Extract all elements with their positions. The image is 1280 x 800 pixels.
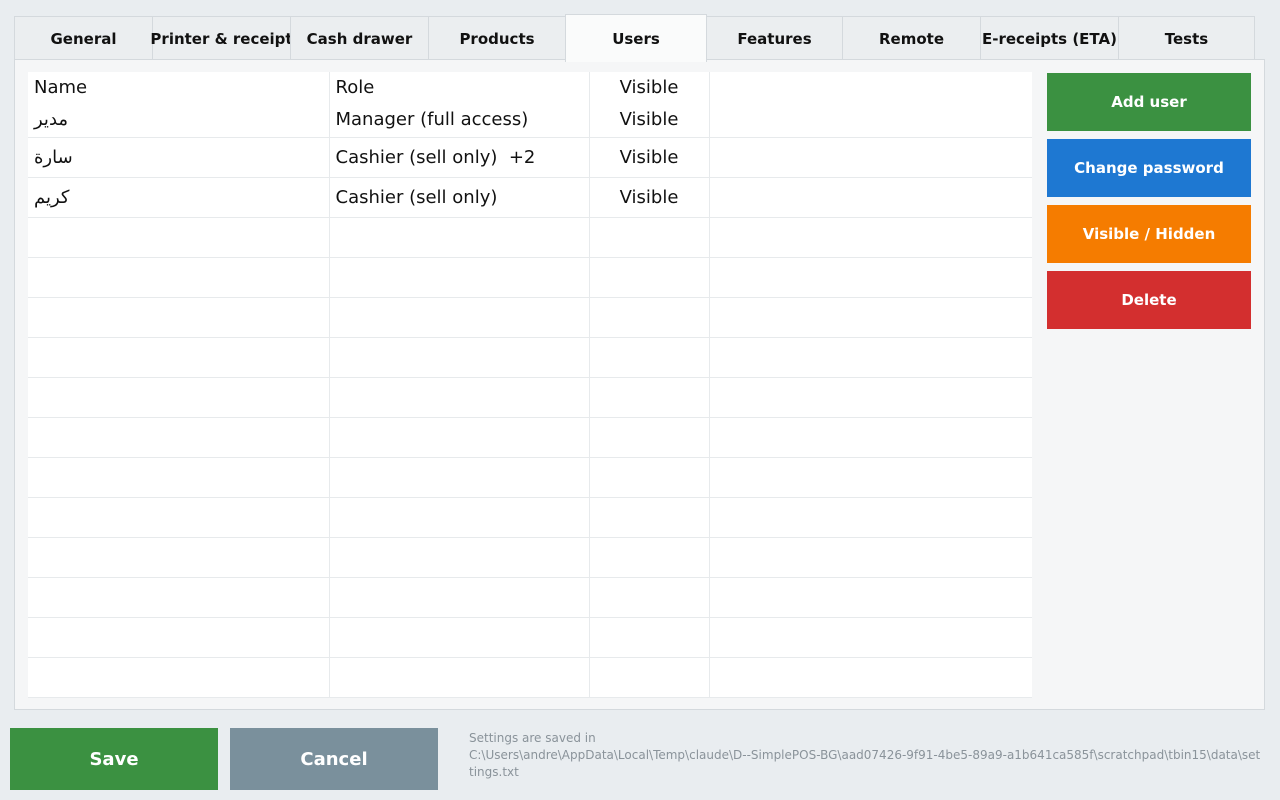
column-header-name[interactable]: Name [28, 72, 330, 102]
empty-cell [709, 177, 1032, 218]
change-password-button[interactable]: Change password [1047, 139, 1251, 197]
empty-row [28, 657, 1032, 698]
tab-printer-receipt[interactable]: Printer & receipt [150, 16, 293, 60]
add-user-button[interactable]: Add user [1047, 73, 1251, 131]
user-visible-cell: Visible [589, 137, 710, 178]
user-role-cell: Manager (full access) [329, 102, 590, 138]
empty-row [28, 457, 1032, 498]
empty-row [28, 617, 1032, 658]
tab-features[interactable]: Features [706, 16, 843, 60]
empty-row [28, 337, 1032, 378]
tab-remote[interactable]: Remote [842, 16, 981, 60]
cancel-button[interactable]: Cancel [230, 728, 438, 790]
empty-row [28, 577, 1032, 618]
user-role-cell: Cashier (sell only) +2 [329, 137, 590, 178]
user-visible-cell: Visible [589, 177, 710, 218]
user-name: كريم [34, 186, 70, 208]
user-visible-cell: Visible [589, 102, 710, 138]
user-name-cell: سارة [28, 137, 330, 178]
table-row[interactable]: سارة Cashier (sell only) +2 Visible [28, 137, 1032, 178]
table-header-row: Name Role Visible [28, 72, 1032, 102]
empty-row [28, 297, 1032, 338]
tab-tests[interactable]: Tests [1118, 16, 1255, 60]
table-row[interactable]: كريم Cashier (sell only) Visible [28, 177, 1032, 218]
empty-row [28, 257, 1032, 298]
empty-row [28, 417, 1032, 458]
tab-users[interactable]: Users [565, 14, 707, 62]
empty-row [28, 537, 1032, 578]
user-role-cell: Cashier (sell only) [329, 177, 590, 218]
user-name: سارة [34, 146, 73, 168]
settings-note-label: Settings are saved in [469, 731, 596, 745]
users-table[interactable]: Name Role Visible مدير Manager (full acc… [28, 72, 1032, 698]
tab-e-receipts[interactable]: E-receipts (ETA) [980, 16, 1119, 60]
user-name: مدير [34, 108, 69, 130]
tab-cash-drawer[interactable]: Cash drawer [290, 16, 429, 60]
empty-row [28, 377, 1032, 418]
empty-row [28, 497, 1032, 538]
delete-user-button[interactable]: Delete [1047, 271, 1251, 329]
toggle-visibility-button[interactable]: Visible / Hidden [1047, 205, 1251, 263]
tab-general[interactable]: General [14, 16, 153, 60]
tab-products[interactable]: Products [428, 16, 566, 60]
user-name-cell: كريم [28, 177, 330, 218]
settings-location-note: Settings are saved in C:\Users\andre\App… [469, 730, 1261, 781]
column-header-empty [709, 72, 1032, 102]
column-header-visible[interactable]: Visible [589, 72, 710, 102]
empty-cell [709, 137, 1032, 178]
empty-row [28, 217, 1032, 258]
user-name-cell: مدير [28, 102, 330, 138]
settings-tab-bar: General Printer & receipt Cash drawer Pr… [14, 14, 1255, 62]
settings-file-path: C:\Users\andre\AppData\Local\Temp\claude… [469, 748, 1261, 779]
column-header-role[interactable]: Role [329, 72, 590, 102]
table-row[interactable]: مدير Manager (full access) Visible [28, 102, 1032, 138]
empty-cell [709, 102, 1032, 138]
save-button[interactable]: Save [10, 728, 218, 790]
